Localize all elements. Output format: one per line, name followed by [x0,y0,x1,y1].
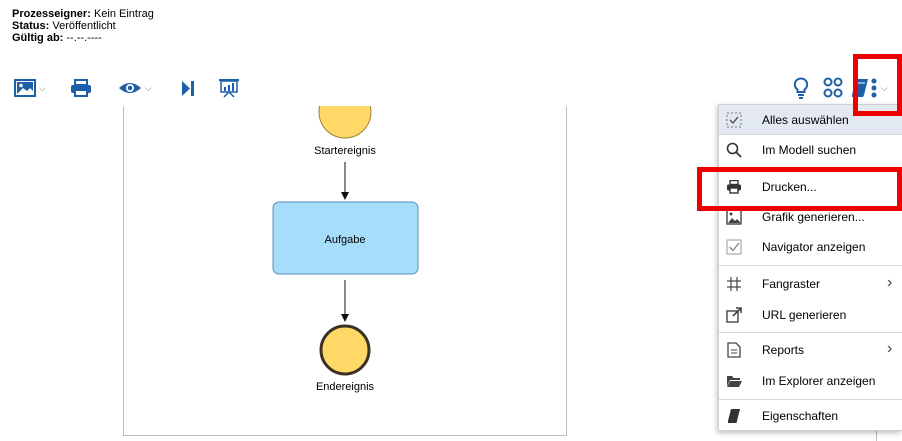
status-label: Status: [12,20,50,32]
image-icon [14,79,36,97]
menu-item-search-model[interactable]: Im Modell suchen [719,135,902,165]
checkmark-icon [725,238,743,256]
diagram-canvas[interactable]: Startereignis Aufgabe Endereignis [123,106,567,436]
printer-icon [71,79,91,97]
menu-item-generate-url[interactable]: URL generieren [719,300,902,330]
menu-separator [719,265,902,266]
menu-item-label: Grafik generieren... [762,210,865,224]
menu-separator [719,332,902,333]
menu-item-label: Im Explorer anzeigen [762,374,876,388]
context-menu: Alles auswählen Im Modell suchen Drucken… [718,104,902,431]
presentation-button[interactable] [218,78,240,98]
valid-label: Gültig ab: [12,32,64,44]
status-value: Veröffentlicht [52,20,116,32]
step-forward-icon [182,81,194,96]
menu-item-label: Eigenschaften [762,409,839,423]
document-icon [725,341,743,359]
folder-open-icon [725,372,743,390]
menu-item-reports[interactable]: Reports › [719,335,902,365]
process-meta: Prozesseigner: Kein Eintrag Status: Verö… [12,8,154,44]
status-row: Status: Veröffentlicht [12,20,154,32]
chevron-right-icon: › [887,340,893,357]
loop-icon [823,77,843,98]
lightbulb-icon [793,77,809,99]
valid-row: Gültig ab: --.--.---- [12,32,154,44]
search-icon [725,141,743,159]
valid-value: --.--.---- [66,32,102,44]
highlight-box-more-button [853,54,902,116]
menu-item-label: Reports [762,343,805,357]
start-event-circle[interactable] [318,106,372,139]
menu-item-label: Navigator anzeigen [762,240,866,254]
chevron-right-icon: › [887,274,893,291]
print-button[interactable] [70,79,92,97]
chevron-down-icon: ⌵ [145,82,152,93]
menu-item-show-in-explorer[interactable]: Im Explorer anzeigen [719,366,902,396]
hint-button[interactable] [793,77,809,99]
highlight-box-print-item [697,167,902,211]
menu-separator [719,399,902,400]
end-event-label: Endereignis [316,381,375,393]
owner-value: Kein Eintrag [93,8,154,20]
menu-item-properties[interactable]: Eigenschaften [719,401,902,431]
book-icon [725,407,743,425]
menu-item-label: URL generieren [762,308,847,322]
external-link-icon [725,306,743,324]
menu-item-label: Fangraster [762,277,821,291]
image-export-dropdown[interactable]: ⌵ [14,79,46,97]
loop-button[interactable] [823,77,843,99]
step-forward-button[interactable] [181,80,195,97]
start-event-label: Startereignis [314,145,376,157]
end-event-circle[interactable] [319,324,371,376]
grid-icon [725,275,743,293]
menu-item-show-navigator[interactable]: Navigator anzeigen [719,232,902,262]
owner-label: Prozesseigner: [12,8,91,20]
bpmn-diagram: Startereignis Aufgabe Endereignis [272,106,419,393]
eye-icon [119,83,141,93]
select-all-icon [725,111,743,129]
owner-row: Prozesseigner: Kein Eintrag [12,8,154,20]
menu-item-snap-grid[interactable]: Fangraster › [719,269,902,299]
chevron-down-icon: ⌵ [39,82,46,93]
toolbar: ⌵ ⌵ ⌵ [0,72,902,106]
menu-item-label: Im Modell suchen [762,143,857,157]
menu-item-label: Alles auswählen [762,113,849,127]
task-label: Aufgabe [325,234,366,246]
view-dropdown[interactable]: ⌵ [118,79,152,97]
presentation-icon [219,79,239,98]
